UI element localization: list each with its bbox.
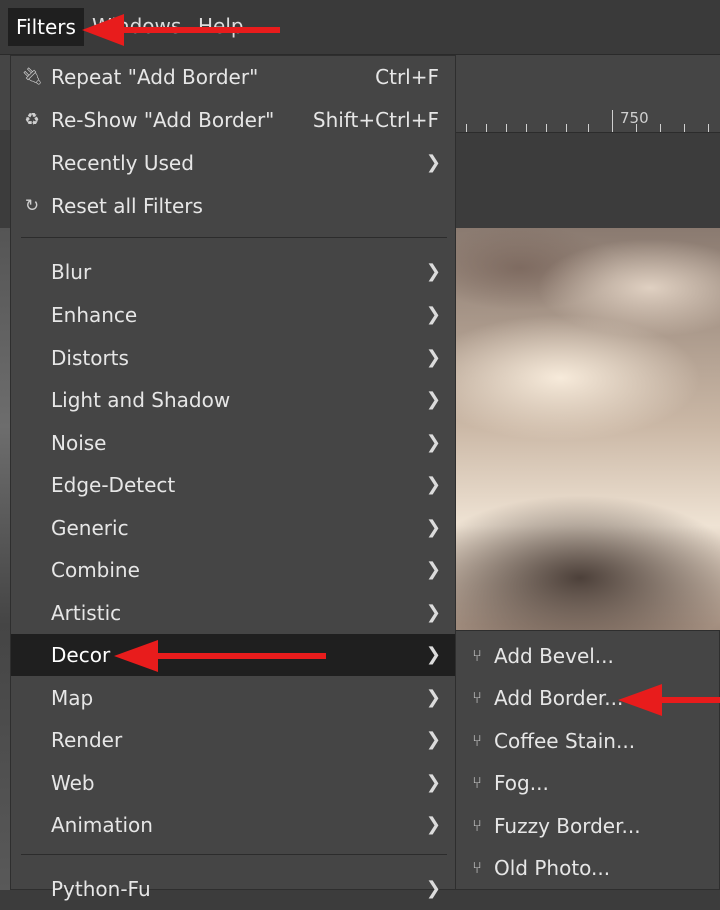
filter-plug-icon: 🔌︎ [21, 67, 43, 87]
chevron-right-icon: ❯ [425, 432, 441, 453]
menu-item-combine[interactable]: Combine ❯ [11, 549, 455, 591]
script-plug-icon: ⑂ [472, 646, 482, 665]
submenu-item-add-bevel[interactable]: ⑂ Add Bevel... [456, 635, 719, 677]
menu-item-render[interactable]: Render ❯ [11, 719, 455, 761]
chevron-right-icon: ❯ [425, 304, 441, 325]
ruler-label: 750 [620, 109, 649, 127]
chevron-right-icon: ❯ [425, 559, 441, 580]
menu-filters[interactable]: Filters [8, 8, 84, 46]
annotation-arrow-decor [114, 640, 326, 672]
menu-item-python-fu[interactable]: Python-Fu ❯ [11, 868, 455, 910]
menu-separator [21, 854, 447, 855]
menu-item-generic[interactable]: Generic ❯ [11, 507, 455, 549]
chevron-right-icon: ❯ [425, 687, 441, 708]
menu-item-enhance[interactable]: Enhance ❯ [11, 294, 455, 336]
menu-item-distorts[interactable]: Distorts ❯ [11, 337, 455, 379]
menu-separator [21, 237, 447, 238]
menu-item-web[interactable]: Web ❯ [11, 762, 455, 804]
submenu-item-fuzzy-border[interactable]: ⑂ Fuzzy Border... [456, 805, 719, 847]
menu-item-edge-detect[interactable]: Edge-Detect ❯ [11, 464, 455, 506]
chevron-right-icon: ❯ [425, 878, 441, 899]
annotation-arrow-filters [82, 14, 280, 46]
annotation-arrow-add-border [618, 684, 720, 716]
menu-item-light-and-shadow[interactable]: Light and Shadow ❯ [11, 379, 455, 421]
chevron-right-icon: ❯ [425, 644, 441, 665]
decor-submenu: ⑂ Add Bevel... ⑂ Add Border... ⑂ Coffee … [455, 630, 720, 890]
submenu-item-coffee-stain[interactable]: ⑂ Coffee Stain... [456, 720, 719, 762]
reset-icon: ↻ [24, 196, 40, 216]
script-plug-icon: ⑂ [472, 858, 482, 877]
menu-item-reshow[interactable]: ♻ Re-Show "Add Border" Shift+Ctrl+F [11, 99, 455, 141]
chevron-right-icon: ❯ [425, 814, 441, 835]
submenu-item-old-photo[interactable]: ⑂ Old Photo... [456, 847, 719, 889]
chevron-right-icon: ❯ [425, 772, 441, 793]
menu-item-map[interactable]: Map ❯ [11, 677, 455, 719]
menu-item-artistic[interactable]: Artistic ❯ [11, 592, 455, 634]
menu-item-reset[interactable]: ↻ Reset all Filters [11, 185, 455, 227]
script-plug-icon: ⑂ [472, 731, 482, 750]
chevron-right-icon: ❯ [425, 261, 441, 282]
menu-item-blur[interactable]: Blur ❯ [11, 251, 455, 293]
chevron-right-icon: ❯ [425, 729, 441, 750]
script-plug-icon: ⑂ [472, 688, 482, 707]
script-plug-icon: ⑂ [472, 773, 482, 792]
submenu-item-fog[interactable]: ⑂ Fog... [456, 762, 719, 804]
reshow-icon: ♻ [24, 110, 40, 130]
menu-item-recently-used[interactable]: Recently Used ❯ [11, 142, 455, 184]
filters-menu: 🔌︎ Repeat "Add Border" Ctrl+F ♻ Re-Show … [10, 55, 456, 901]
chevron-right-icon: ❯ [425, 347, 441, 368]
chevron-right-icon: ❯ [425, 602, 441, 623]
chevron-right-icon: ❯ [425, 517, 441, 538]
script-plug-icon: ⑂ [472, 816, 482, 835]
chevron-right-icon: ❯ [425, 389, 441, 410]
chevron-right-icon: ❯ [425, 152, 441, 173]
chevron-right-icon: ❯ [425, 474, 441, 495]
menu-item-repeat[interactable]: 🔌︎ Repeat "Add Border" Ctrl+F [11, 56, 455, 98]
horizontal-ruler[interactable] [456, 108, 720, 133]
menu-item-noise[interactable]: Noise ❯ [11, 422, 455, 464]
menu-item-animation[interactable]: Animation ❯ [11, 804, 455, 846]
